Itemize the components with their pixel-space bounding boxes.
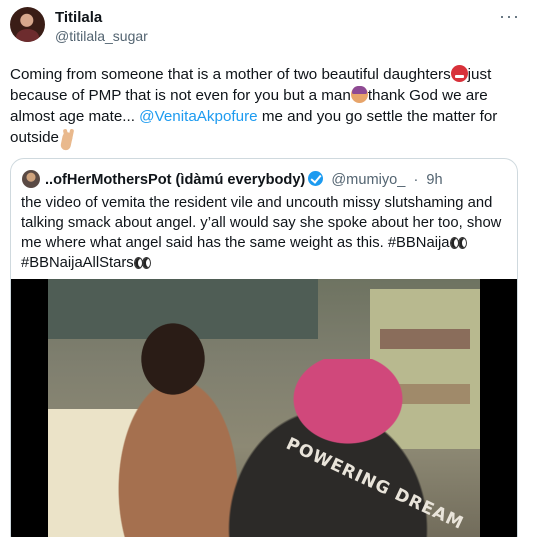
mention-link[interactable]: @VenitaAkpofure [139,108,257,125]
author-name[interactable]: Titilala [55,9,102,26]
quoted-avatar[interactable] [22,170,40,188]
quoted-timestamp[interactable]: 9h [426,172,442,188]
eyes-icon [449,236,467,249]
video-person-right [228,359,438,537]
quoted-text-main: the video of vemita the resident vile an… [21,195,502,251]
video-frame: POWERING DREAM [48,279,480,537]
quoted-author-handle[interactable]: @mumiyo_ [331,172,405,188]
facepalm-icon [350,86,368,103]
video-player[interactable]: POWERING DREAM [11,279,517,537]
quoted-author-name[interactable]: ..ofHerMothersPot (ìdàmú everybody) [45,172,305,188]
quoted-hashtag: #BBNaijaAllStars [21,255,134,271]
avatar[interactable] [10,7,45,42]
victory-hand-icon [63,128,77,145]
quoted-text: the video of vemita the resident vile an… [21,193,511,273]
quoted-header: ..ofHerMothersPot (ìdàmú everybody) @mum… [45,171,443,188]
more-options-icon[interactable]: ··· [499,6,520,27]
separator-dot: · [413,172,419,188]
tweet-text: Coming from someone that is a mother of … [10,64,524,148]
angry-face-icon [450,65,468,82]
quoted-tweet[interactable]: ..ofHerMothersPot (ìdàmú everybody) @mum… [10,158,518,537]
eyes-icon [133,256,151,269]
author-handle[interactable]: @titilala_sugar [55,28,148,44]
verified-badge-icon [308,171,324,186]
tweet-text-part: Coming from someone that is a mother of … [10,66,451,83]
video-person-left [118,319,238,537]
